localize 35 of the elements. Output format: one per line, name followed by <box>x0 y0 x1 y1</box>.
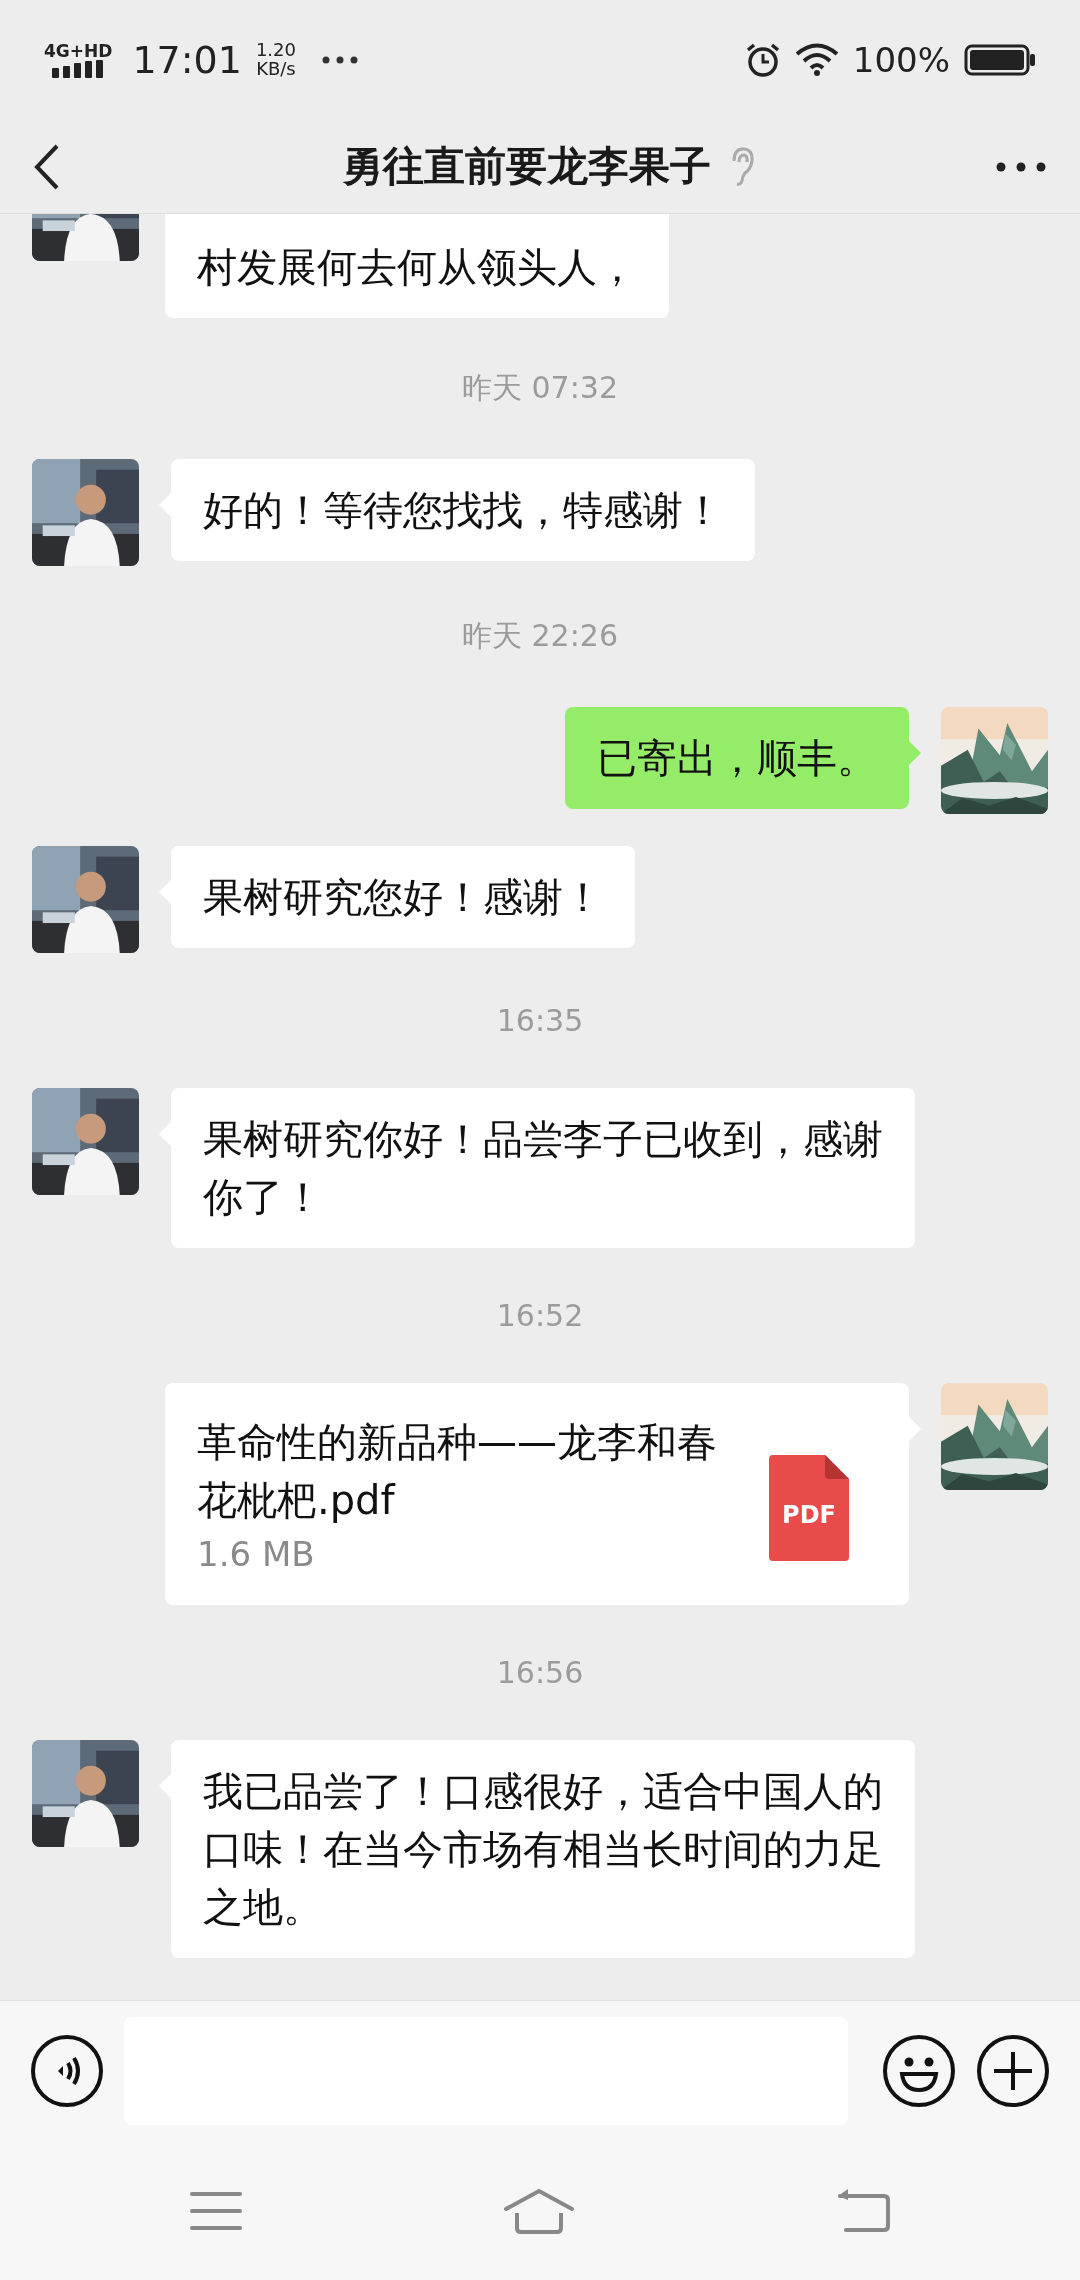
speed-unit: KB/s <box>256 60 296 79</box>
document-icon <box>769 1455 849 1561</box>
file-message[interactable]: 革命性的新品种——龙李和春花枇杷.pdf 1.6 MB PDF <box>165 1383 909 1605</box>
speed-value: 1.20 <box>255 41 296 60</box>
bubble-tail <box>909 741 921 765</box>
chat-title: 勇往直前要龙李果子 <box>341 141 711 192</box>
signal-icon <box>52 59 105 78</box>
timestamp: 16:52 <box>496 1298 584 1333</box>
battery-percent: 100% <box>852 40 950 80</box>
message-bubble: 村发展何去何从领头人， <box>165 214 669 318</box>
wifi-icon <box>794 43 839 77</box>
more-icon <box>321 56 358 64</box>
home-icon[interactable] <box>503 2187 575 2234</box>
message-bubble: 果树研究你好！品尝李子已收到，感谢你了！ <box>171 1088 915 1248</box>
timestamp: 昨天 07:32 <box>462 369 618 407</box>
back-icon[interactable] <box>34 143 60 190</box>
message-bubble: 我已品尝了！口感很好，适合中国人的口味！在当今市场有相当长时间的力足之地。 <box>171 1740 915 1958</box>
file-size: 1.6 MB <box>197 1533 316 1576</box>
network-label: 4G+HD <box>44 42 113 60</box>
alarm-icon <box>744 42 781 78</box>
more-icon[interactable] <box>996 161 1046 172</box>
battery-icon <box>964 44 1036 76</box>
message-bubble: 果树研究您好！感谢！ <box>171 846 635 948</box>
file-name: 革命性的新品种——龙李和春花枇杷.pdf <box>197 1418 718 1525</box>
file-type-label: PDF <box>781 1503 837 1527</box>
clock: 17:01 <box>132 38 242 82</box>
plus-icon[interactable] <box>976 2034 1050 2108</box>
timestamp: 16:56 <box>496 1655 584 1690</box>
menu-icon[interactable] <box>190 2190 243 2231</box>
voice-icon[interactable] <box>30 2034 104 2108</box>
timestamp: 昨天 22:26 <box>462 617 618 655</box>
message-bubble: 好的！等待您找找，特感谢！ <box>171 459 755 561</box>
timestamp: 16:35 <box>496 1003 584 1038</box>
emoji-icon[interactable] <box>882 2034 956 2108</box>
message-bubble: 已寄出，顺丰。 <box>565 707 909 809</box>
